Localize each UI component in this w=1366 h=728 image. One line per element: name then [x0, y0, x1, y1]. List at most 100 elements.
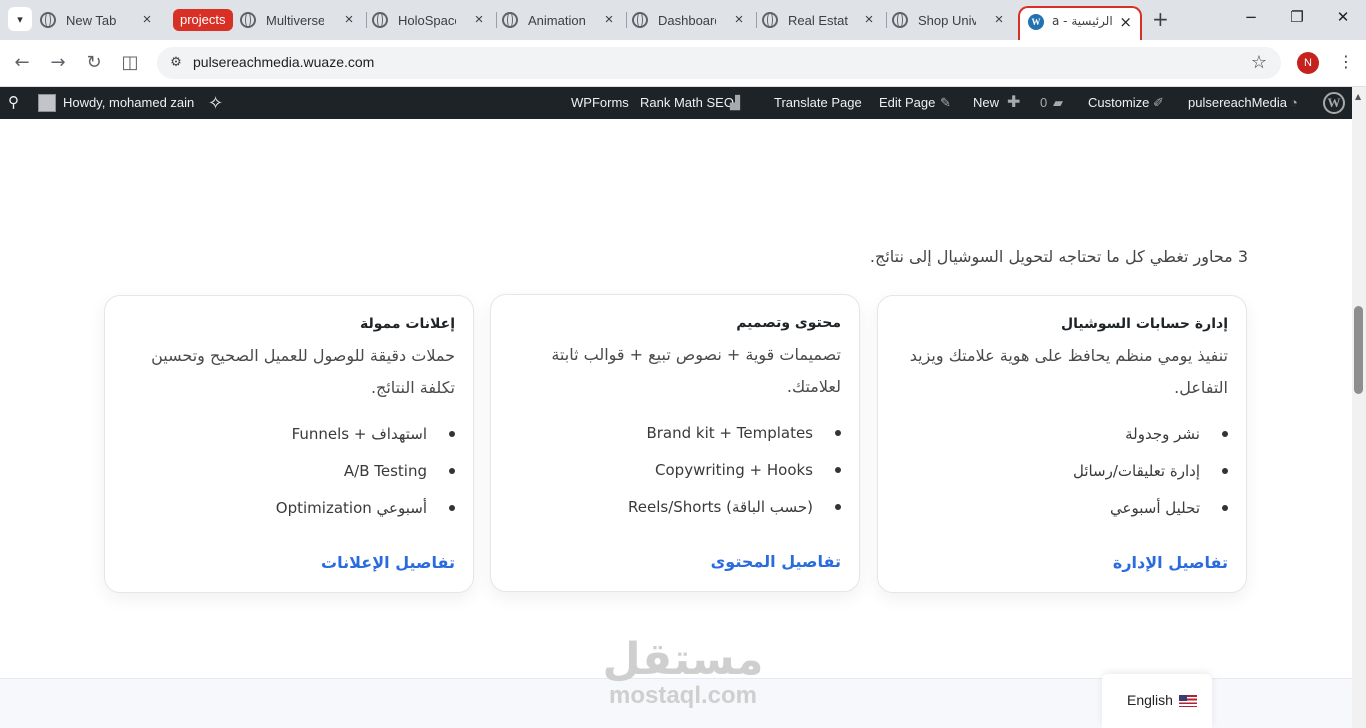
- close-tab-icon[interactable]: ×: [602, 12, 616, 27]
- avatar[interactable]: [38, 94, 56, 112]
- section-intro: 3 محاور تغطي كل ما تحتاجه لتحويل السوشيا…: [869, 247, 1248, 266]
- card-feature-list: استهداف + Funnels A/B Testing Optimizati…: [123, 422, 455, 533]
- url-text[interactable]: pulsereachmedia.wuaze.com: [193, 54, 374, 70]
- search-icon[interactable]: ⚲: [8, 87, 19, 119]
- translate-page-link[interactable]: Translate Page: [774, 87, 862, 119]
- profile-avatar[interactable]: N: [1297, 52, 1319, 74]
- rank-math-menu[interactable]: Rank Math SEO: [640, 87, 734, 119]
- close-tab-icon[interactable]: ×: [862, 12, 876, 27]
- comment-icon: ▰: [1053, 95, 1063, 110]
- tab-active-home[interactable]: W الرئيسية - a ×: [1018, 6, 1142, 40]
- us-flag-icon: [1179, 695, 1197, 707]
- tab-search-button[interactable]: ▾: [8, 7, 32, 31]
- back-button[interactable]: ←: [10, 51, 34, 75]
- chrome-icon: [40, 12, 56, 28]
- plus-icon: ✚: [1007, 94, 1021, 111]
- address-bar[interactable]: ⚙ pulsereachmedia.wuaze.com ☆: [157, 47, 1281, 79]
- customize-link[interactable]: Customize: [1088, 87, 1149, 119]
- restore-button[interactable]: ❐: [1274, 8, 1320, 32]
- tab-real-estate[interactable]: Real Estate ×: [762, 6, 884, 34]
- list-item: استهداف + Funnels: [123, 422, 455, 459]
- page-content: 3 محاور تغطي كل ما تحتاجه لتحويل السوشيا…: [0, 119, 1352, 728]
- edit-page-link[interactable]: Edit Page: [879, 87, 935, 119]
- wordpress-icon: W: [1028, 14, 1044, 30]
- close-tab-icon[interactable]: ×: [472, 12, 486, 27]
- site-info-icon[interactable]: ⚙: [165, 52, 187, 74]
- globe-icon: [632, 12, 648, 28]
- card-description: تصميمات قوية + نصوص تبيع + قوالب ثابتة ل…: [551, 345, 841, 396]
- forward-button[interactable]: →: [46, 51, 70, 75]
- management-details-link[interactable]: تفاصيل الإدارة: [1113, 553, 1228, 572]
- tab-title: الرئيسية - a: [1052, 14, 1113, 28]
- card-title: محتوى وتصميم: [736, 315, 841, 331]
- minimize-button[interactable]: −: [1228, 8, 1274, 32]
- tab-group-projects[interactable]: projects: [173, 9, 233, 31]
- card-description: تنفيذ يومي منظم يحافظ على هوية علامتك وي…: [909, 346, 1228, 397]
- chevron-down-icon: ▾: [17, 12, 23, 26]
- card-feature-list: Brand kit + Templates Copywriting + Hook…: [509, 421, 841, 532]
- card-title: إعلانات ممولة: [359, 316, 455, 332]
- list-item: Brand kit + Templates: [509, 421, 841, 458]
- tab-separator: [366, 12, 367, 28]
- more-menu-icon[interactable]: ⋮: [1338, 52, 1354, 71]
- scroll-up-arrow-icon[interactable]: ▲: [1355, 92, 1361, 101]
- pencil-icon: ✎: [940, 95, 951, 110]
- globe-icon: [372, 12, 388, 28]
- list-item: إدارة تعليقات/رسائل: [896, 459, 1228, 496]
- close-tab-icon[interactable]: ×: [1119, 13, 1132, 31]
- list-item: Copywriting + Hooks: [509, 458, 841, 495]
- language-switcher[interactable]: English: [1102, 674, 1212, 728]
- tab-shop-universe[interactable]: Shop Unive ×: [892, 6, 1014, 34]
- list-item: Optimization أسبوعي: [123, 496, 455, 533]
- ads-details-link[interactable]: تفاصيل الإعلانات: [321, 553, 455, 572]
- bookmark-star-icon[interactable]: ☆: [1251, 52, 1267, 73]
- comments-count[interactable]: 0: [1040, 87, 1047, 119]
- tab-separator: [496, 12, 497, 28]
- tab-separator: [626, 12, 627, 28]
- reload-button[interactable]: ↻: [82, 51, 106, 75]
- close-tab-icon[interactable]: ×: [992, 12, 1006, 27]
- card-title: إدارة حسابات السوشيال: [1061, 316, 1228, 332]
- site-name-menu[interactable]: pulsereachMedia: [1188, 87, 1287, 119]
- tab-title: HoloSpace: [398, 12, 456, 28]
- content-details-link[interactable]: تفاصيل المحتوى: [711, 552, 841, 571]
- close-window-button[interactable]: ✕: [1320, 8, 1366, 32]
- list-item: A/B Testing: [123, 459, 455, 496]
- tab-separator: [886, 12, 887, 28]
- service-card-content: محتوى وتصميم تصميمات قوية + نصوص تبيع + …: [490, 294, 860, 592]
- close-tab-icon[interactable]: ×: [732, 12, 746, 27]
- tab-title: Dashboard: [658, 12, 716, 28]
- brush-icon: ✐: [1153, 95, 1164, 110]
- split-view-button[interactable]: ◫: [118, 51, 142, 75]
- tab-holospace[interactable]: HoloSpace ×: [372, 6, 494, 34]
- wordpress-logo-icon[interactable]: W: [1323, 92, 1345, 114]
- language-label: English: [1127, 692, 1173, 708]
- tab-animation[interactable]: Animation ×: [502, 6, 624, 34]
- wpforms-menu[interactable]: WPForms: [571, 87, 629, 119]
- tab-title: New Tab: [66, 12, 117, 28]
- tab-title: Animation: [528, 12, 586, 28]
- close-tab-icon[interactable]: ×: [140, 12, 154, 27]
- watermark-arabic: مستقل: [602, 634, 764, 685]
- tab-title: Shop Unive: [918, 12, 976, 28]
- service-card-management: إدارة حسابات السوشيال تنفيذ يومي منظم يح…: [877, 295, 1247, 593]
- tab-new-tab[interactable]: New Tab ×: [40, 6, 162, 34]
- close-tab-icon[interactable]: ×: [342, 12, 356, 27]
- list-item: Reels/Shorts (حسب الباقة): [509, 495, 841, 532]
- card-description: حملات دقيقة للوصول للعميل الصحيح وتحسين …: [151, 346, 455, 397]
- new-content-menu[interactable]: New: [973, 87, 999, 119]
- sparkle-icon[interactable]: ✧: [208, 87, 223, 119]
- new-tab-button[interactable]: +: [1152, 9, 1169, 29]
- service-card-ads: إعلانات ممولة حملات دقيقة للوصول للعميل …: [104, 295, 474, 593]
- wp-admin-bar: ⚲ Howdy, mohamed zain ✧ WPForms Rank Mat…: [0, 87, 1352, 119]
- howdy-user[interactable]: Howdy, mohamed zain: [63, 87, 194, 119]
- page-scrollbar[interactable]: [1352, 87, 1366, 728]
- rank-math-icon: ▟: [730, 95, 740, 110]
- tab-dashboard[interactable]: Dashboard ×: [632, 6, 754, 34]
- tab-multiverse[interactable]: Multiverse ×: [240, 6, 364, 34]
- browser-toolbar: ← → ↻ ◫ ⚙ pulsereachmedia.wuaze.com ☆ N …: [0, 40, 1366, 87]
- tab-title: Real Estate: [788, 12, 848, 28]
- scrollbar-thumb[interactable]: [1354, 306, 1363, 394]
- globe-icon: [762, 12, 778, 28]
- globe-icon: [240, 12, 256, 28]
